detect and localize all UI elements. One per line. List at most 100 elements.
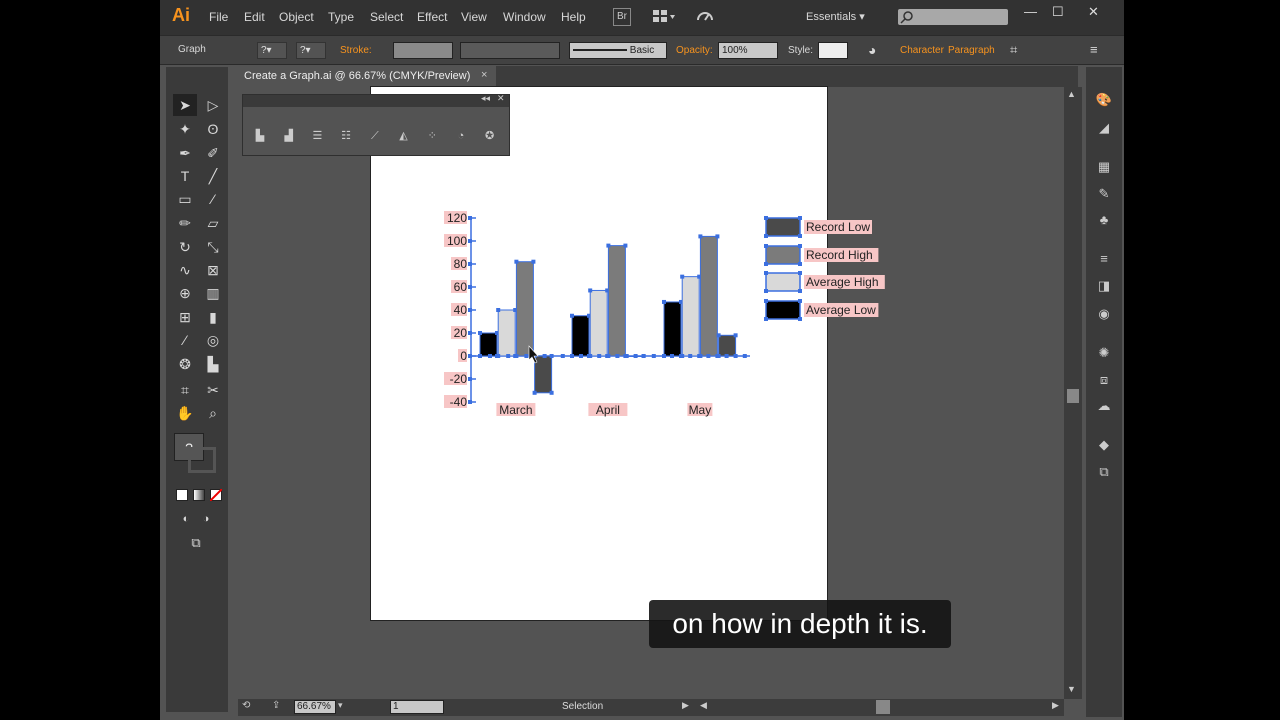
selection-anchor[interactable] — [698, 234, 703, 239]
bar-average-high[interactable] — [497, 309, 516, 357]
bar-record-low[interactable] — [534, 355, 553, 394]
selection-anchor[interactable] — [588, 288, 593, 293]
symbols-panel-icon[interactable]: ♣ — [1095, 211, 1113, 229]
baseline-anchor[interactable] — [560, 354, 565, 358]
selection-anchor[interactable] — [733, 354, 738, 358]
selection-anchor[interactable] — [514, 259, 519, 264]
selection-anchor[interactable] — [715, 234, 720, 239]
artboard-field[interactable]: 1 — [390, 700, 444, 714]
y-tick-label[interactable]: 40 — [454, 303, 468, 317]
bar-graph-icon[interactable]: ☰ — [308, 128, 326, 144]
selection-anchor[interactable] — [764, 216, 768, 220]
y-tick-label[interactable]: 80 — [454, 257, 468, 271]
scatter-graph-icon[interactable]: ⁘ — [423, 128, 441, 144]
selection-anchor[interactable] — [496, 308, 501, 312]
selection-anchor[interactable] — [798, 289, 802, 293]
bar-average-high[interactable] — [589, 289, 608, 357]
bar-record-low[interactable] — [718, 334, 737, 357]
bar-record-high[interactable] — [607, 245, 626, 357]
selection-anchor[interactable] — [733, 333, 738, 338]
appearance-panel-icon[interactable]: ✺ — [1095, 344, 1113, 362]
selection-anchor[interactable] — [764, 317, 768, 321]
baseline-anchor[interactable] — [633, 354, 638, 358]
legend-swatch[interactable] — [765, 217, 801, 237]
y-tick-anchor[interactable] — [468, 239, 472, 243]
bar-record-high[interactable] — [515, 261, 534, 357]
column-graph-icon[interactable]: ▙ — [251, 128, 269, 144]
baseline-anchor[interactable] — [651, 354, 656, 358]
selection-anchor[interactable] — [698, 354, 703, 358]
area-graph-icon[interactable]: ◭ — [395, 128, 413, 144]
baseline-anchor[interactable] — [506, 354, 511, 358]
baseline-anchor[interactable] — [742, 354, 747, 358]
pie-graph-icon[interactable]: ◔ — [452, 128, 470, 144]
graphic-styles-icon[interactable]: ⧈ — [1095, 371, 1113, 389]
selection-anchor[interactable] — [680, 274, 685, 279]
radar-graph-icon[interactable]: ✪ — [481, 128, 499, 144]
libraries-icon[interactable]: ☁ — [1095, 397, 1113, 415]
category-label[interactable]: March — [499, 403, 532, 417]
baseline-anchor[interactable] — [579, 354, 583, 358]
selection-anchor[interactable] — [514, 354, 519, 358]
scroll-thumb[interactable] — [1067, 389, 1079, 403]
gradient-panel-icon[interactable]: ◨ — [1095, 277, 1113, 295]
selection-anchor[interactable] — [478, 331, 482, 335]
selection-anchor[interactable] — [764, 271, 768, 275]
layers-panel-icon[interactable]: ◆ — [1095, 436, 1113, 454]
scroll-up-icon[interactable]: ▲ — [1067, 89, 1076, 99]
y-tick-label[interactable]: 20 — [454, 326, 468, 340]
scroll-left-icon[interactable]: ◀ — [700, 700, 707, 711]
selection-anchor[interactable] — [624, 354, 629, 358]
swatches-panel-icon[interactable]: ▦ — [1095, 158, 1113, 176]
zoom-field[interactable]: 66.67% — [294, 700, 336, 714]
baseline-anchor[interactable] — [524, 354, 529, 358]
legend-swatch[interactable] — [765, 245, 801, 265]
bar-average-low[interactable] — [663, 301, 682, 357]
selection-anchor[interactable] — [662, 299, 666, 304]
selection-anchor[interactable] — [570, 354, 574, 358]
baseline-anchor[interactable] — [724, 354, 729, 358]
selection-anchor[interactable] — [478, 354, 482, 358]
baseline-anchor[interactable] — [488, 354, 492, 358]
selection-anchor[interactable] — [588, 354, 593, 358]
zoom-dropdown-icon[interactable]: ▾ — [338, 700, 343, 711]
status-mode[interactable]: Selection — [562, 701, 603, 712]
baseline-anchor[interactable] — [615, 354, 620, 358]
line-graph-icon[interactable]: ⟋ — [366, 128, 384, 144]
y-tick-anchor[interactable] — [468, 216, 472, 220]
selection-anchor[interactable] — [641, 354, 646, 358]
legend-label[interactable]: Record High — [806, 248, 873, 262]
bar-average-low[interactable] — [479, 332, 498, 357]
selection-anchor[interactable] — [798, 234, 802, 238]
selection-anchor[interactable] — [532, 390, 537, 395]
status-menu-icon[interactable]: ▶ — [682, 700, 689, 711]
legend-label[interactable]: Average Low — [806, 303, 876, 317]
y-tick-label[interactable]: -20 — [450, 372, 468, 386]
selection-anchor[interactable] — [764, 289, 768, 293]
color-panel-icon[interactable]: 🎨 — [1095, 91, 1113, 109]
y-tick-label[interactable]: -40 — [450, 395, 468, 409]
selection-anchor[interactable] — [549, 354, 554, 358]
selection-anchor[interactable] — [764, 262, 768, 266]
y-tick-label[interactable]: 0 — [460, 349, 467, 363]
gpu-toggle-icon[interactable]: ⟲ — [242, 700, 250, 711]
y-tick-anchor[interactable] — [468, 262, 472, 266]
selection-anchor[interactable] — [798, 262, 802, 266]
baseline-anchor[interactable] — [688, 354, 693, 358]
panel-close-icon[interactable]: ✕ — [497, 93, 505, 104]
selection-anchor[interactable] — [716, 333, 721, 338]
selection-anchor[interactable] — [798, 216, 802, 220]
stroke-panel-icon[interactable]: ≡ — [1095, 250, 1113, 268]
horizontal-scroll-thumb[interactable] — [876, 700, 890, 714]
stacked-column-graph-icon[interactable]: ▟ — [280, 128, 298, 144]
selection-anchor[interactable] — [798, 317, 802, 321]
category-label[interactable]: May — [689, 403, 712, 417]
legend-label[interactable]: Average High — [806, 275, 879, 289]
artboards-panel-icon[interactable]: ⧉ — [1095, 463, 1113, 481]
selection-anchor[interactable] — [798, 244, 802, 248]
selection-anchor[interactable] — [606, 354, 611, 358]
y-tick-anchor[interactable] — [468, 354, 472, 358]
selection-anchor[interactable] — [623, 243, 628, 248]
scroll-right-icon[interactable]: ▶ — [1052, 700, 1059, 711]
selection-anchor[interactable] — [531, 259, 536, 264]
